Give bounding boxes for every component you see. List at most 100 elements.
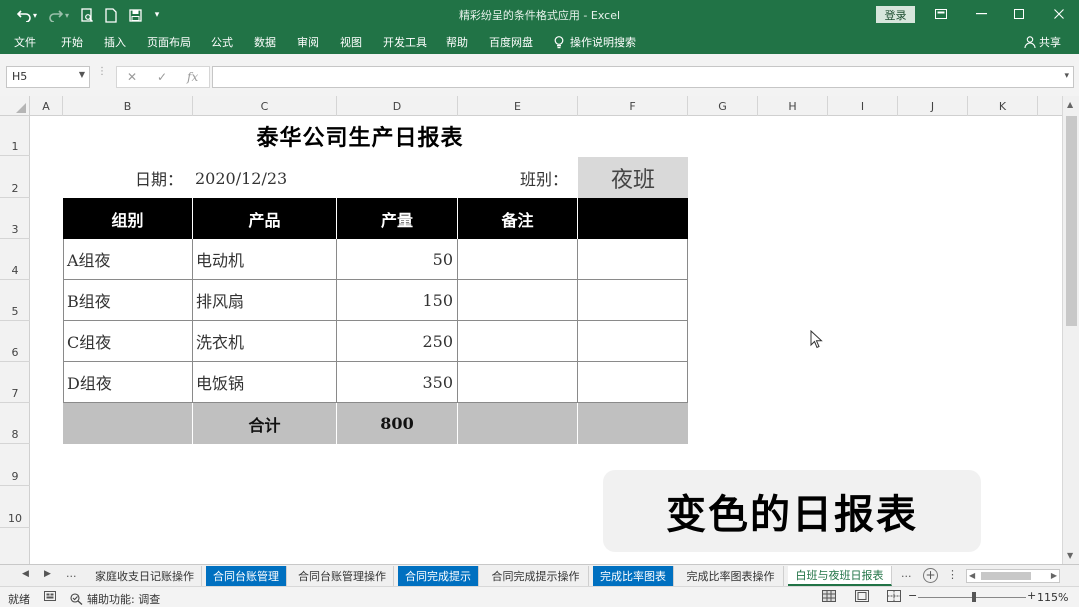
- redo-button[interactable]: ▾: [46, 5, 72, 25]
- date-value[interactable]: 2020/12/23: [193, 158, 337, 198]
- total-note-cell[interactable]: [458, 403, 578, 444]
- total-extra-cell[interactable]: [578, 403, 688, 444]
- tabs-overflow-left[interactable]: ...: [66, 567, 77, 580]
- sheet-tab-contract-reminder-ops[interactable]: 合同完成提示操作: [483, 566, 589, 586]
- cancel-entry-icon[interactable]: ✕: [127, 70, 137, 84]
- undo-button[interactable]: ▾: [14, 5, 40, 25]
- horizontal-scroll-thumb[interactable]: [981, 572, 1031, 580]
- maximize-button[interactable]: [1004, 3, 1034, 25]
- column-header-k[interactable]: K: [968, 96, 1038, 116]
- header-quantity[interactable]: 产量: [337, 198, 458, 239]
- date-label[interactable]: 日期：: [63, 158, 183, 198]
- column-header-j[interactable]: J: [898, 96, 968, 116]
- shift-value[interactable]: 夜班: [578, 157, 688, 198]
- tab-help[interactable]: 帮助: [446, 34, 468, 50]
- product-cell[interactable]: 排风扇: [193, 280, 337, 321]
- normal-view-button[interactable]: [822, 590, 836, 605]
- report-title[interactable]: 泰华公司生产日报表: [30, 116, 690, 156]
- sheet-tab-completion-chart[interactable]: 完成比率图表: [593, 566, 674, 586]
- insert-function-button[interactable]: fx: [187, 70, 198, 84]
- row-header-4[interactable]: 4: [0, 239, 30, 280]
- note-cell[interactable]: [458, 280, 578, 321]
- note-cell[interactable]: [458, 321, 578, 362]
- close-button[interactable]: [1044, 3, 1074, 25]
- row-header-1[interactable]: 1: [0, 116, 30, 156]
- sheet-tab-day-night-report[interactable]: 白班与夜班日报表: [788, 566, 892, 586]
- worksheet-grid[interactable]: 泰华公司生产日报表 日期： 2020/12/23 班别： 夜班 组别 产品 产量…: [30, 116, 1062, 564]
- total-value[interactable]: 800: [337, 403, 458, 444]
- row-header-10[interactable]: 10: [0, 486, 30, 528]
- group-cell[interactable]: A组夜: [63, 239, 193, 280]
- product-cell[interactable]: 洗衣机: [193, 321, 337, 362]
- column-header-f[interactable]: F: [578, 96, 688, 116]
- accessibility-status[interactable]: 辅助功能: 调查: [70, 591, 160, 607]
- column-header-a[interactable]: A: [30, 96, 63, 116]
- page-layout-view-button[interactable]: [855, 590, 869, 605]
- extra-cell[interactable]: [578, 321, 688, 362]
- scroll-up-icon[interactable]: ▲: [1067, 100, 1073, 109]
- page-break-view-button[interactable]: [887, 590, 901, 605]
- expand-formula-bar-icon[interactable]: ▾: [1064, 71, 1069, 81]
- extra-cell[interactable]: [578, 280, 688, 321]
- quantity-cell[interactable]: 250: [337, 321, 458, 362]
- formula-input[interactable]: ▾: [212, 66, 1074, 88]
- row-header-2[interactable]: 2: [0, 156, 30, 198]
- quantity-cell[interactable]: 150: [337, 280, 458, 321]
- tab-page-layout[interactable]: 页面布局: [147, 34, 191, 50]
- tab-file[interactable]: 文件: [14, 34, 36, 50]
- save-button[interactable]: [126, 5, 144, 25]
- total-blank-cell[interactable]: [63, 403, 193, 444]
- vertical-scroll-thumb[interactable]: [1066, 116, 1077, 326]
- header-product[interactable]: 产品: [193, 198, 337, 239]
- column-header-b[interactable]: B: [63, 96, 193, 116]
- quantity-cell[interactable]: 350: [337, 362, 458, 403]
- select-all-button[interactable]: [0, 96, 30, 116]
- column-header-d[interactable]: D: [337, 96, 458, 116]
- minimize-button[interactable]: [966, 3, 996, 25]
- quantity-cell[interactable]: 50: [337, 239, 458, 280]
- scroll-right-icon[interactable]: ▶: [1051, 571, 1057, 580]
- name-box[interactable]: H5 ▼: [6, 66, 90, 88]
- scroll-down-icon[interactable]: ▼: [1067, 551, 1073, 560]
- column-header-c[interactable]: C: [193, 96, 337, 116]
- splitter-dots-icon[interactable]: ⋮: [947, 568, 958, 581]
- scroll-left-icon[interactable]: ◀: [969, 571, 975, 580]
- group-cell[interactable]: D组夜: [63, 362, 193, 403]
- row-header-6[interactable]: 6: [0, 321, 30, 362]
- login-button[interactable]: 登录: [876, 6, 915, 23]
- zoom-level[interactable]: 115%: [1037, 591, 1068, 604]
- group-cell[interactable]: C组夜: [63, 321, 193, 362]
- name-box-dropdown-icon[interactable]: ▼: [79, 70, 85, 79]
- vertical-scrollbar[interactable]: ▲ ▼: [1062, 96, 1079, 564]
- tab-baidu-netdisk[interactable]: 百度网盘: [489, 34, 533, 50]
- column-header-e[interactable]: E: [458, 96, 578, 116]
- splitter-handle-icon[interactable]: ⋮: [97, 67, 107, 77]
- tab-data[interactable]: 数据: [254, 34, 276, 50]
- extra-cell[interactable]: [578, 239, 688, 280]
- tab-formulas[interactable]: 公式: [211, 34, 233, 50]
- header-group[interactable]: 组别: [63, 198, 193, 239]
- group-cell[interactable]: B组夜: [63, 280, 193, 321]
- sheet-tab-completion-chart-ops[interactable]: 完成比率图表操作: [678, 566, 784, 586]
- share-button[interactable]: 共享: [1024, 34, 1061, 50]
- row-header-3[interactable]: 3: [0, 198, 30, 239]
- sheet-tab-household-ledger[interactable]: 家庭收支日记账操作: [88, 566, 202, 586]
- row-header-7[interactable]: 7: [0, 362, 30, 403]
- zoom-in-icon[interactable]: +: [1027, 589, 1036, 602]
- sheet-tab-contract-ledger[interactable]: 合同台账管理: [206, 566, 287, 586]
- tab-view[interactable]: 视图: [340, 34, 362, 50]
- total-label[interactable]: 合计: [193, 403, 337, 444]
- print-preview-button[interactable]: [78, 5, 96, 25]
- shift-label[interactable]: 班别：: [458, 158, 568, 198]
- tab-review[interactable]: 审阅: [297, 34, 319, 50]
- column-header-h[interactable]: H: [758, 96, 828, 116]
- tab-developer[interactable]: 开发工具: [383, 34, 427, 50]
- customize-quick-access-icon[interactable]: ▾: [150, 5, 164, 25]
- previous-sheet-icon[interactable]: ◀: [22, 569, 29, 579]
- product-cell[interactable]: 电动机: [193, 239, 337, 280]
- row-header-9[interactable]: 9: [0, 444, 30, 486]
- product-cell[interactable]: 电饭锅: [193, 362, 337, 403]
- zoom-slider-thumb[interactable]: [972, 592, 976, 602]
- note-cell[interactable]: [458, 239, 578, 280]
- horizontal-scrollbar[interactable]: ◀ ▶: [966, 569, 1060, 583]
